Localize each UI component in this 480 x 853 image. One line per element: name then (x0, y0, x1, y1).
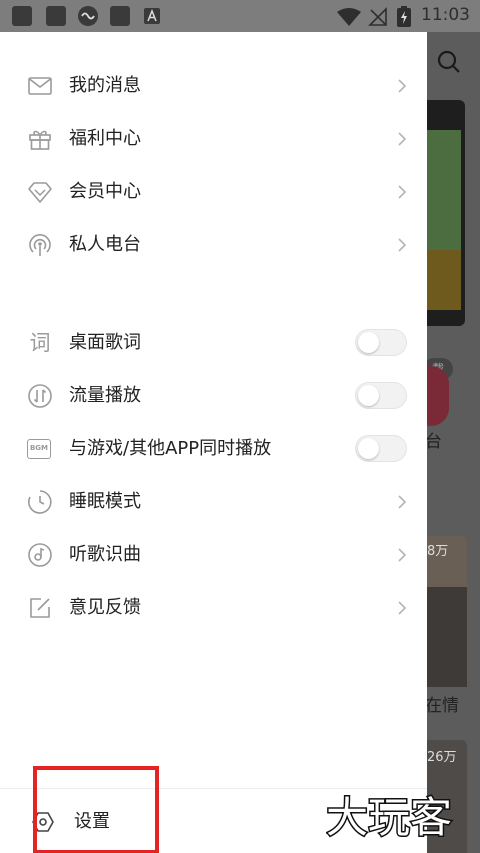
menu-item-private-radio[interactable]: 私人电台 (0, 218, 427, 271)
bgm-icon-text: BGM (29, 444, 49, 452)
menu-item-vip[interactable]: 会员中心 (0, 165, 427, 218)
menu-item-label: 我的消息 (69, 75, 141, 96)
chevron-right-icon (398, 238, 407, 252)
menu-item-sleep-mode[interactable]: 睡眠模式 (0, 475, 427, 528)
battery-charging-icon (397, 6, 411, 27)
menu-item-label: 福利中心 (69, 128, 141, 149)
data-traffic-icon (28, 384, 52, 408)
menu-item-feedback[interactable]: 意见反馈 (0, 581, 427, 634)
menu-item-label: 桌面歌词 (69, 332, 141, 353)
no-signal-icon (368, 7, 387, 26)
watermark-logo: 大玩客 (325, 790, 471, 846)
menu-item-label: 睡眠模式 (69, 491, 141, 512)
menu-item-welfare[interactable]: 福利中心 (0, 112, 427, 165)
status-bar: 11:03 (0, 0, 480, 32)
chevron-right-icon (398, 132, 407, 146)
menu-item-label: 意见反馈 (69, 597, 141, 618)
search-icon[interactable] (437, 50, 461, 74)
bg-label: 在情 (427, 696, 459, 716)
chevron-right-icon (398, 79, 407, 93)
radio-icon (29, 234, 51, 256)
notification-icon (46, 6, 66, 26)
wifi-icon (337, 8, 361, 26)
menu-item-messages[interactable]: 我的消息 (0, 59, 427, 112)
clock: 11:03 (421, 5, 470, 25)
mix-playback-toggle[interactable] (355, 435, 407, 462)
gift-icon (29, 130, 51, 150)
chevron-right-icon (398, 495, 407, 509)
menu-item-label: 流量播放 (69, 385, 141, 406)
highlight-box (33, 766, 159, 853)
mail-icon (28, 77, 52, 95)
chevron-right-icon (398, 548, 407, 562)
menu-item-label: 听歌识曲 (69, 544, 141, 565)
svg-text:大玩客: 大玩客 (326, 793, 452, 842)
menu-item-label: 私人电台 (69, 234, 141, 255)
banner-card[interactable]: 载 (427, 100, 465, 380)
background-app: 载 台 8万 在情 26万 (427, 32, 480, 853)
notification-icon (12, 6, 32, 26)
play-count-badge: 26万 (427, 750, 457, 765)
radio-button-bg[interactable] (427, 366, 449, 426)
watermark-logo-mark: 大玩客 (325, 792, 454, 844)
text-notification-icon (144, 8, 160, 24)
chevron-right-icon (398, 185, 407, 199)
feedback-icon (30, 598, 50, 618)
sleep-timer-icon (28, 490, 52, 514)
menu-item-music-recognition[interactable]: 听歌识曲 (0, 528, 427, 581)
bgm-icon: BGM (27, 439, 51, 459)
menu-item-label: 与游戏/其他APP同时播放 (69, 438, 272, 459)
side-drawer: 我的消息 福利中心 会员中心 私人电台 词 桌面歌词 流量播放 BGM 与游戏/… (0, 32, 427, 853)
menu-item-data-playback[interactable]: 流量播放 (0, 369, 427, 422)
notification-icon (110, 6, 130, 26)
menu-item-desktop-lyrics[interactable]: 词 桌面歌词 (0, 316, 427, 369)
app-notification-icon (78, 6, 98, 26)
bg-label: 台 (427, 432, 442, 452)
data-playback-toggle[interactable] (355, 382, 407, 409)
menu-item-label: 会员中心 (69, 181, 141, 202)
menu-item-mix-playback[interactable]: BGM 与游戏/其他APP同时播放 (0, 422, 427, 475)
desktop-lyrics-toggle[interactable] (355, 329, 407, 356)
diamond-icon (28, 182, 52, 203)
chevron-right-icon (398, 601, 407, 615)
music-recognition-icon (28, 543, 52, 567)
lyrics-icon: 词 (29, 331, 51, 355)
play-count-badge: 8万 (427, 544, 449, 559)
